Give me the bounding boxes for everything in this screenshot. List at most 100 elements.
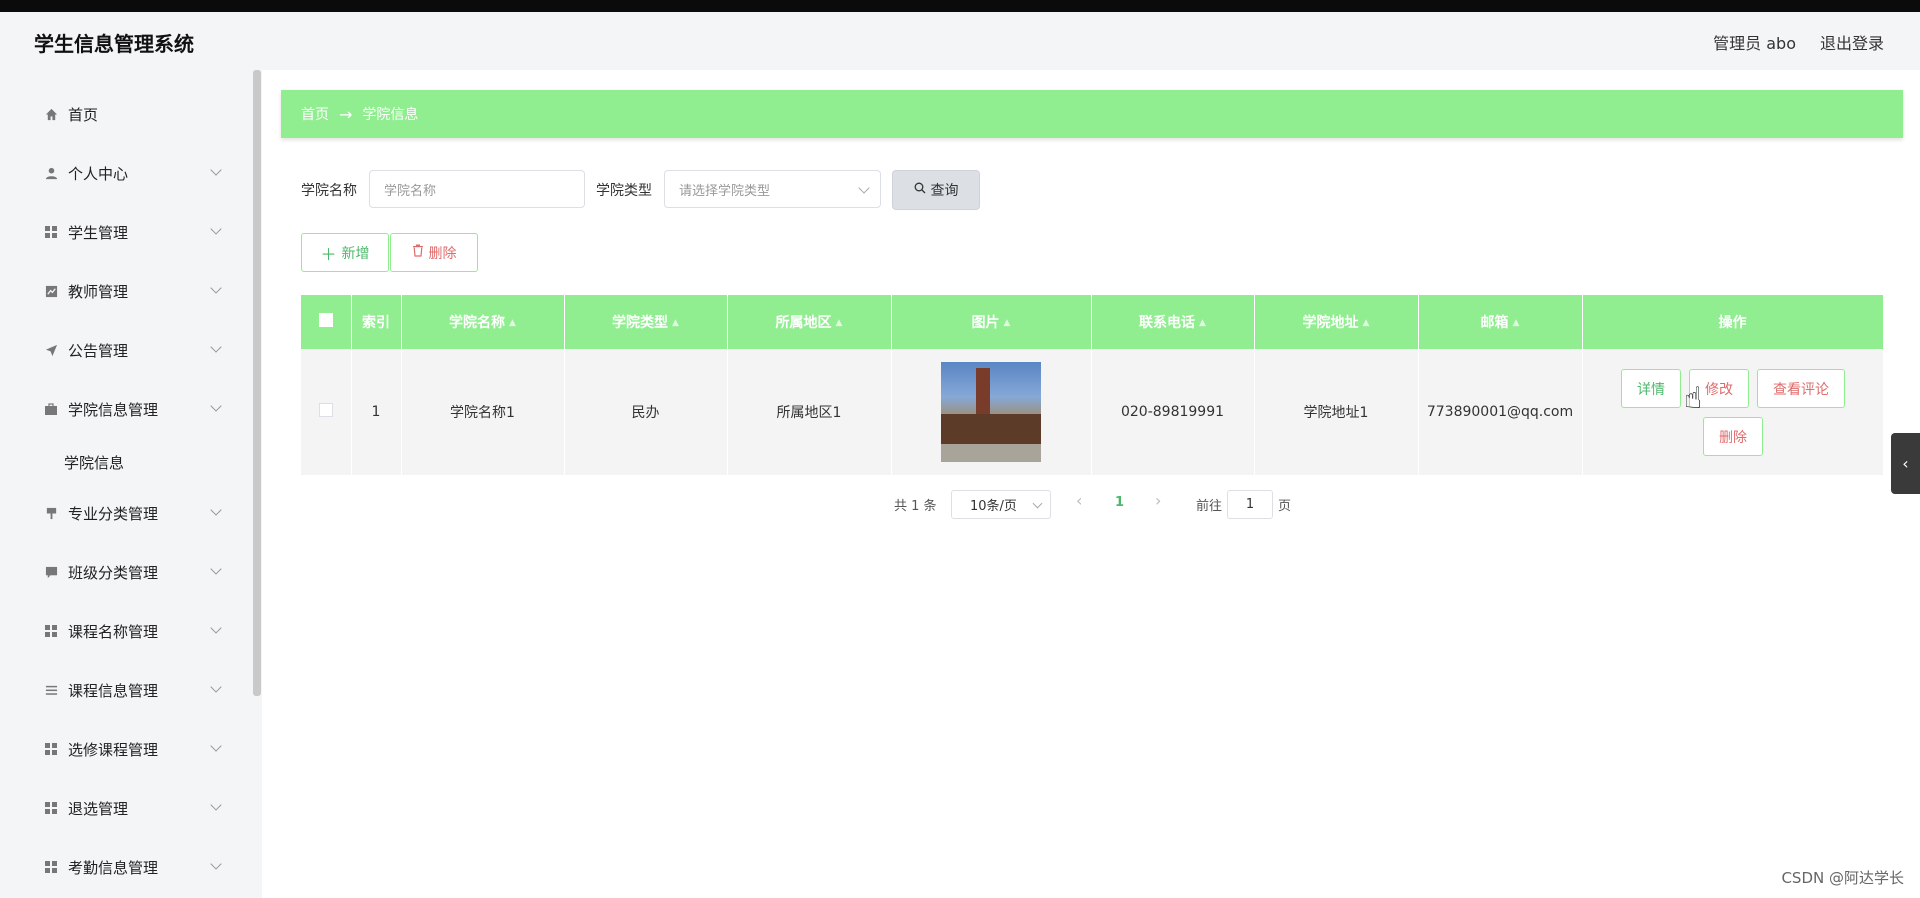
- sidebar-item-label: 首页: [68, 105, 99, 124]
- cell-phone: 020-89819991: [1091, 349, 1255, 475]
- sidebar-item-personal-center[interactable]: 个人中心: [0, 153, 250, 193]
- sidebar-item-withdraw-management[interactable]: 退选管理: [0, 788, 250, 828]
- column-header-email[interactable]: 邮箱 ▲: [1418, 295, 1583, 349]
- page-size-select[interactable]: 10条/页: [951, 490, 1051, 519]
- sidebar-item-course-name-management[interactable]: 课程名称管理: [0, 611, 250, 651]
- chevron-down-icon: [210, 740, 222, 752]
- sidebar-item-course-info-management[interactable]: 课程信息管理: [0, 670, 250, 710]
- sidebar-item-class-category-management[interactable]: 班级分类管理: [0, 552, 250, 592]
- sort-icon: ▲: [509, 318, 516, 328]
- row-delete-button[interactable]: 删除: [1703, 417, 1763, 456]
- college-type-placeholder: 请选择学院类型: [679, 183, 771, 199]
- side-collapse-tab[interactable]: ‹: [1891, 433, 1920, 494]
- sidebar-item-attendance-management[interactable]: 考勤信息管理: [0, 847, 250, 887]
- sidebar-item-label: 选修课程管理: [68, 740, 159, 759]
- query-button[interactable]: 查询: [892, 170, 980, 210]
- sidebar-item-notice-management[interactable]: 公告管理: [0, 330, 250, 370]
- college-image[interactable]: [941, 362, 1041, 462]
- sidebar-item-label: 教师管理: [68, 282, 129, 301]
- breadcrumb: 首页 → 学院信息: [281, 90, 1903, 138]
- column-header-address[interactable]: 学院地址 ▲: [1254, 295, 1419, 349]
- chevron-down-icon: [210, 563, 222, 575]
- column-header-image[interactable]: 图片 ▲: [891, 295, 1092, 349]
- college-name-input[interactable]: 学院名称: [369, 170, 585, 208]
- sidebar-scrollbar[interactable]: [253, 70, 261, 696]
- sidebar-item-label: 专业分类管理: [68, 504, 159, 523]
- add-button[interactable]: ＋ 新增: [301, 233, 389, 272]
- sidebar: [0, 70, 262, 898]
- sidebar-item-label: 班级分类管理: [68, 563, 159, 582]
- search-icon: [914, 182, 926, 198]
- batch-delete-button[interactable]: 删除: [390, 233, 478, 272]
- grid-icon: [44, 624, 58, 638]
- page-number-current[interactable]: 1: [1115, 495, 1124, 510]
- chevron-down-icon: [210, 622, 222, 634]
- sidebar-item-label: 课程信息管理: [68, 681, 159, 700]
- chart-icon: [44, 284, 58, 298]
- column-header-region[interactable]: 所属地区 ▲: [727, 295, 892, 349]
- chevron-down-icon: [210, 799, 222, 811]
- sidebar-item-label: 退选管理: [68, 799, 129, 818]
- chevron-down-icon: [210, 681, 222, 693]
- cell-index: 1: [351, 349, 402, 475]
- chevron-down-icon: [210, 504, 222, 516]
- sidebar-item-college-info-management[interactable]: 学院信息管理: [0, 389, 250, 429]
- breadcrumb-arrow-icon: →: [339, 104, 353, 124]
- sidebar-item-label: 考勤信息管理: [68, 858, 159, 877]
- row-checkbox[interactable]: [301, 349, 352, 475]
- table-row: 1 学院名称1 民办 所属地区1 020-89819991 学院地址1 7738…: [301, 349, 1884, 475]
- prev-page-icon[interactable]: ‹: [1076, 491, 1082, 510]
- sidebar-item-student-management[interactable]: 学生管理: [0, 212, 250, 252]
- user-icon: [44, 166, 58, 180]
- chevron-down-icon: [210, 858, 222, 870]
- sort-icon: ▲: [835, 318, 843, 328]
- delete-button-label: 删除: [428, 245, 457, 262]
- chevron-down-icon: [210, 400, 222, 412]
- college-type-select[interactable]: 请选择学院类型: [664, 170, 881, 208]
- sort-icon: ▲: [672, 318, 679, 328]
- column-header-college-type[interactable]: 学院类型 ▲: [564, 295, 728, 349]
- college-type-label: 学院类型: [596, 183, 652, 199]
- detail-button[interactable]: 详情: [1621, 369, 1681, 408]
- hand-cursor-icon: ☝: [1684, 381, 1703, 416]
- sort-icon: ▲: [1003, 318, 1011, 328]
- table-header-row: 索引 学院名称 ▲ 学院类型 ▲ 所属地区 ▲ 图片 ▲ 联系电话 ▲ 学院地址 ▲ 邮箱 ▲…: [301, 295, 1884, 349]
- sidebar-item-label: 公告管理: [68, 341, 129, 360]
- cell-region: 所属地区1: [727, 349, 892, 475]
- goto-page-input[interactable]: 1: [1227, 490, 1273, 519]
- screen-top-bar: [0, 0, 1920, 12]
- app-title: 学生信息管理系统: [34, 32, 194, 56]
- column-header-actions: 操作: [1582, 295, 1884, 349]
- send-icon: [44, 343, 58, 357]
- column-header-college-name[interactable]: 学院名称 ▲: [401, 295, 565, 349]
- comment-icon: [44, 565, 58, 579]
- grid-icon: [44, 801, 58, 815]
- next-page-icon[interactable]: ›: [1155, 491, 1161, 510]
- view-comments-button[interactable]: 查看评论: [1757, 369, 1845, 408]
- page-size-value: 10条/页: [970, 499, 1017, 514]
- menu-icon: [44, 683, 58, 697]
- goto-prefix: 前往: [1196, 499, 1223, 514]
- select-all-checkbox[interactable]: [301, 295, 352, 349]
- sidebar-item-label: 课程名称管理: [68, 622, 159, 641]
- cell-address: 学院地址1: [1254, 349, 1419, 475]
- cell-college-name: 学院名称1: [401, 349, 565, 475]
- sidebar-item-major-category-management[interactable]: 专业分类管理: [0, 493, 250, 533]
- grid-icon: [44, 860, 58, 874]
- sidebar-item-label: 学生管理: [68, 223, 129, 242]
- college-name-label: 学院名称: [301, 183, 357, 199]
- chevron-down-icon: [210, 282, 222, 294]
- column-header-phone[interactable]: 联系电话 ▲: [1091, 295, 1255, 349]
- sidebar-subitem-college-info[interactable]: 学院信息: [64, 452, 124, 473]
- sidebar-item-home[interactable]: 首页: [0, 94, 250, 134]
- add-button-label: 新增: [341, 245, 370, 262]
- sidebar-item-teacher-management[interactable]: 教师管理: [0, 271, 250, 311]
- grid-icon: [44, 742, 58, 756]
- logout-link[interactable]: 退出登录: [1820, 30, 1884, 54]
- breadcrumb-current: 学院信息: [362, 107, 419, 123]
- cell-college-type: 民办: [564, 349, 728, 475]
- chevron-down-icon: [858, 182, 870, 194]
- breadcrumb-home[interactable]: 首页: [301, 104, 329, 124]
- sidebar-item-elective-course-management[interactable]: 选修课程管理: [0, 729, 250, 769]
- cell-image: [891, 349, 1092, 475]
